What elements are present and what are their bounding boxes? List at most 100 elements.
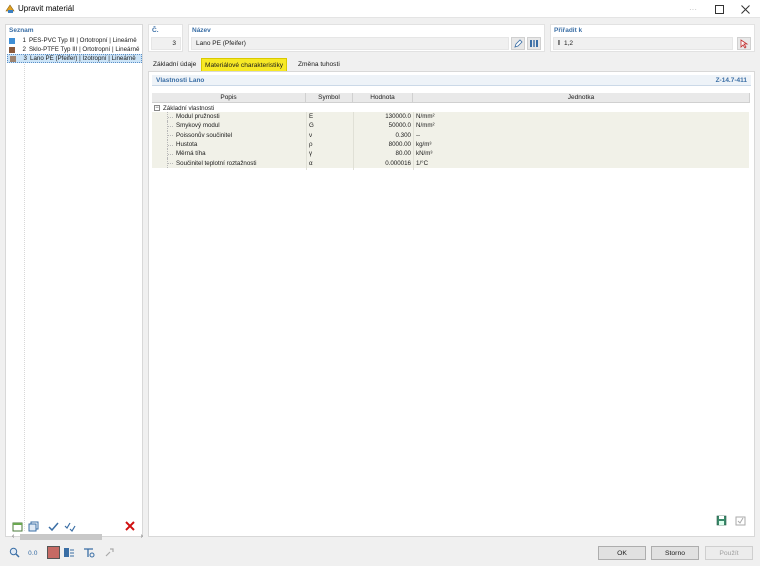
info-icon xyxy=(84,547,95,557)
assign-group: Přiřadit k I 1,2 xyxy=(550,24,755,52)
table-row[interactable]: Měrná tíha γ 80.00 kN/m³ xyxy=(152,149,749,159)
import-button[interactable] xyxy=(733,514,747,527)
table-row[interactable]: Modul pružnosti E 130000.0 N/mm² xyxy=(152,112,749,122)
table-row[interactable]: Součinitel teplotní roztažnosti α 0.0000… xyxy=(152,158,749,168)
list-divider xyxy=(24,61,25,531)
cell-description: Modul pružnosti xyxy=(176,113,220,121)
cancel-button[interactable]: Storno xyxy=(651,546,699,560)
tree-line xyxy=(167,130,175,140)
material-list-item-selected[interactable]: 3 Lano PE (Pfeifer) | Izotropní | Lineár… xyxy=(7,54,142,63)
save-to-library-button[interactable] xyxy=(714,514,728,527)
edit-name-button[interactable] xyxy=(511,37,525,50)
cell-unit: -- xyxy=(416,131,421,139)
name-label: Název xyxy=(192,27,211,34)
tree-line xyxy=(167,149,175,159)
cell-description: Poissonův součinitel xyxy=(176,131,233,139)
maximize-button[interactable] xyxy=(706,0,732,18)
save-icon xyxy=(716,515,726,526)
tab-stiffness-change[interactable]: Změna tuhosti xyxy=(295,58,343,71)
cell-description: Smykový modul xyxy=(176,122,220,130)
delete-button[interactable] xyxy=(123,519,137,533)
properties-panel: Vlastnosti Lano Z-14.7-411 Popis Symbol … xyxy=(148,71,755,537)
assign-field[interactable]: I 1,2 xyxy=(553,37,733,50)
edit-icon xyxy=(513,39,523,48)
column-header-description[interactable]: Popis xyxy=(152,93,306,103)
cell-symbol: α xyxy=(309,159,313,167)
name-field[interactable]: Lano PE (Pfeifer) xyxy=(191,37,509,50)
material-list-panel: Seznam 1 PES-PVC Typ III | Ortotropní | … xyxy=(5,24,143,540)
new-material-icon xyxy=(12,522,22,531)
import-icon xyxy=(735,516,745,526)
collapse-toggle-icon[interactable]: − xyxy=(154,105,160,111)
tools-button[interactable] xyxy=(102,545,116,559)
tree-line xyxy=(167,158,175,168)
color-button[interactable] xyxy=(46,545,60,559)
name-group: Název Lano PE (Pfeifer) xyxy=(188,24,545,52)
table-row[interactable]: Poissonův součinitel ν 0.300 -- xyxy=(152,130,749,140)
column-header-symbol[interactable]: Symbol xyxy=(306,93,353,103)
cell-value[interactable]: 50000.0 xyxy=(353,122,411,129)
cell-symbol: G xyxy=(309,122,314,130)
bottom-bar: 0.0 OK Storno Použít xyxy=(0,541,760,566)
content-toolbar xyxy=(712,514,750,528)
select-in-model-button[interactable] xyxy=(737,37,751,50)
material-list-item[interactable]: 1 PES-PVC Typ III | Ortotropní | Lineárn… xyxy=(7,36,142,45)
tab-material-characteristics[interactable]: Materiálové charakteristiky xyxy=(201,58,288,71)
cell-symbol: ν xyxy=(309,131,313,139)
section-header: Vlastnosti Lano Z-14.7-411 xyxy=(152,75,751,86)
cell-description: Součinitel teplotní roztažnosti xyxy=(176,159,257,167)
material-color-swatch xyxy=(9,37,15,44)
assign-label: Přiřadit k xyxy=(554,27,583,34)
material-library-button[interactable] xyxy=(527,37,541,50)
new-material-button[interactable] xyxy=(10,519,24,533)
list-label: Seznam xyxy=(9,27,34,34)
cell-value[interactable]: 0.300 xyxy=(353,132,411,139)
cell-unit: N/mm² xyxy=(416,113,435,121)
cell-value[interactable]: 8000.00 xyxy=(353,141,411,148)
material-name: PES-PVC Typ III | Ortotropní | Lineárně xyxy=(29,37,137,44)
units-button[interactable]: 0.0 xyxy=(27,545,41,559)
cell-value[interactable]: 130000.0 xyxy=(353,113,411,120)
column-header-unit[interactable]: Jednotka xyxy=(413,93,750,103)
check-button[interactable] xyxy=(46,519,60,533)
cell-value[interactable]: 80.00 xyxy=(353,150,411,157)
apply-button[interactable]: Použít xyxy=(705,546,753,560)
color-swatch-icon xyxy=(46,545,60,559)
material-list-item[interactable]: 2 Sklo-PTFE Typ III | Ortotropní | Lineá… xyxy=(7,45,142,54)
material-number: 3 xyxy=(23,55,27,62)
help-button[interactable]: ··· xyxy=(680,0,706,18)
material-number: 2 xyxy=(22,46,26,53)
table-row[interactable]: Smykový modul G 50000.0 N/mm² xyxy=(152,121,749,131)
column-header-value[interactable]: Hodnota xyxy=(353,93,413,103)
cell-description: Hustota xyxy=(176,141,198,149)
tools-icon xyxy=(105,547,114,556)
close-button[interactable] xyxy=(732,0,758,18)
table-row[interactable]: Hustota ρ 8000.00 kg/m³ xyxy=(152,139,749,150)
check-all-icon xyxy=(64,522,76,532)
cell-symbol: γ xyxy=(309,150,313,158)
tree-line xyxy=(167,121,175,131)
group-row[interactable]: − Základní vlastnosti xyxy=(152,104,749,112)
search-button[interactable] xyxy=(7,545,21,559)
check-all-button[interactable] xyxy=(63,519,77,533)
cell-unit: kg/m³ xyxy=(416,141,432,149)
svg-text:0.0: 0.0 xyxy=(28,550,38,557)
number-group: Č. 3 xyxy=(148,24,183,52)
cell-symbol: ρ xyxy=(309,141,313,149)
cell-value[interactable]: 0.000016 xyxy=(353,160,411,167)
display-button[interactable] xyxy=(62,545,76,559)
tab-basic-data[interactable]: Základní údaje xyxy=(150,58,199,71)
list-toolbar xyxy=(5,519,143,535)
cell-symbol: E xyxy=(309,113,314,121)
ok-button[interactable]: OK xyxy=(598,546,646,560)
material-number: 1 xyxy=(22,37,26,44)
number-field[interactable]: 3 xyxy=(151,37,181,50)
app-icon xyxy=(5,4,15,14)
number-label: Č. xyxy=(152,27,159,34)
cell-unit: N/mm² xyxy=(416,122,435,130)
info-button[interactable] xyxy=(82,545,96,559)
search-icon xyxy=(9,547,20,558)
copy-material-button[interactable] xyxy=(26,519,40,533)
tree-line xyxy=(167,139,175,150)
units-icon: 0.0 xyxy=(28,550,38,557)
